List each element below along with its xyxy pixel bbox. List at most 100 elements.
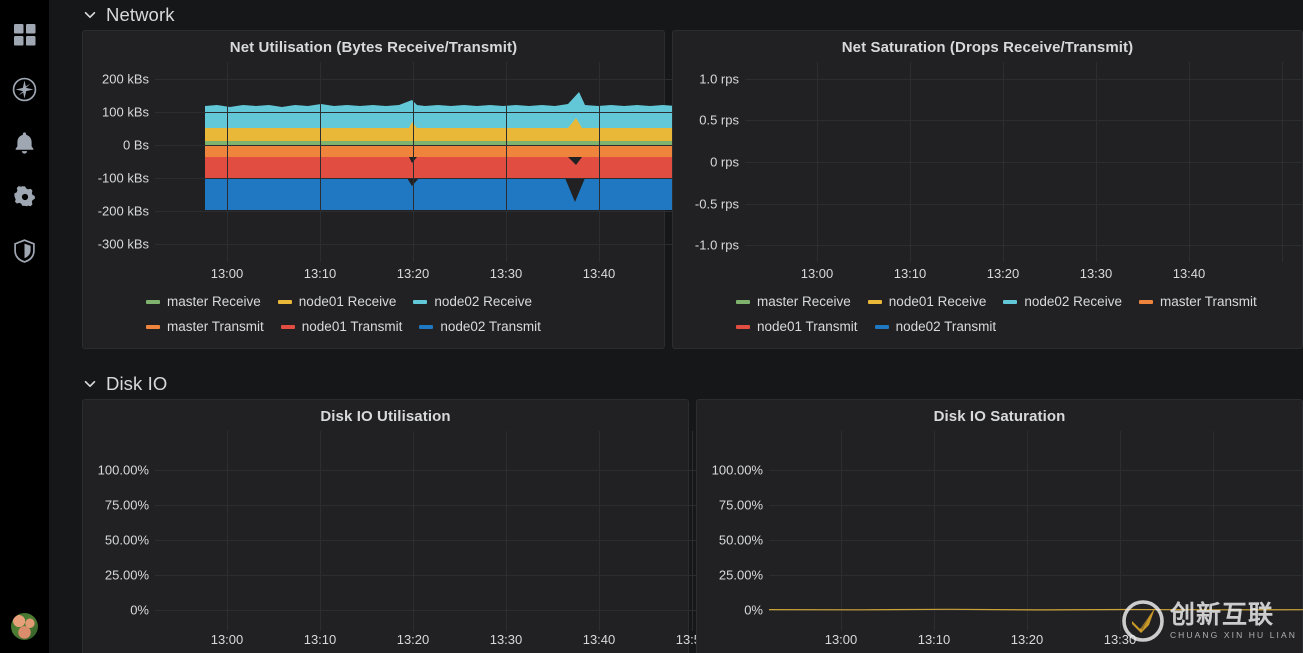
legend-swatch [413, 299, 428, 304]
sidebar-item-explore[interactable] [0, 62, 49, 116]
sidebar-item-server-admin[interactable] [0, 224, 49, 278]
y-tick: 75.00% [104, 497, 149, 513]
sidebar-item-configuration[interactable] [0, 170, 49, 224]
panel-title-net-saturation: Net Saturation (Drops Receive/Transmit) [841, 39, 1134, 56]
legend-item[interactable]: node02 Receive [413, 294, 532, 309]
panel-net-utilisation: Net Utilisation (Bytes Receive/Transmit)… [82, 30, 731, 349]
legend-label: master Transmit [1159, 294, 1257, 309]
x-tick: 13:00 [824, 632, 858, 647]
graph-net-saturation[interactable]: 1.0 rps 0.5 rps 0 rps -0.5 rps -1.0 rps [673, 62, 1303, 281]
y-tick: 25.00% [104, 567, 149, 583]
y-tick: 100 kBs [102, 104, 149, 120]
y-tick: 100.00% [711, 462, 763, 478]
y-tick: 0% [744, 602, 763, 618]
legend-net-utilisation: master Receive node01 Receive node02 Rec… [83, 294, 664, 344]
section-header-network[interactable]: Network [49, 0, 1303, 30]
shield-icon [14, 239, 35, 263]
legend-item[interactable]: node01 Transmit [736, 319, 858, 334]
graph-net-utilisation[interactable]: 200 kBs 100 kBs 0 Bs -100 kBs -200 kBs -… [83, 62, 731, 281]
legend-label: node01 Receive [298, 294, 397, 309]
y-tick: 0 Bs [122, 137, 149, 153]
legend-swatch [146, 324, 160, 329]
legend-swatch [1003, 299, 1018, 304]
x-tick: 13:10 [917, 632, 951, 647]
legend-label: node02 Receive [434, 294, 532, 309]
y-tick: 0% [130, 602, 149, 618]
legend-label: node01 Transmit [757, 319, 858, 334]
panel-row-disk-io: Disk IO Utilisation 100.00% 75.00% 50.00… [49, 399, 1303, 653]
x-tick: 13:20 [1010, 632, 1044, 647]
y-tick: -300 kBs [97, 236, 149, 252]
x-tick: 13:30 [1079, 266, 1113, 281]
legend-label: node01 Transmit [301, 319, 403, 334]
x-tick: 13:20 [396, 266, 430, 281]
y-axis-disk-io-saturation: 100.00% 75.00% 50.00% 25.00% 0% [697, 431, 769, 631]
explore-icon [12, 77, 37, 101]
x-tick: 13:00 [210, 632, 244, 647]
legend-item[interactable]: node02 Transmit [419, 319, 541, 334]
x-tick: 13:20 [986, 266, 1020, 281]
y-tick: 1.0 rps [699, 71, 739, 87]
grafana-dashboard: Network Net Utilisation (Bytes Receive/T… [0, 0, 1303, 653]
sidebar-item-alerting[interactable] [0, 116, 49, 170]
y-tick: 25.00% [718, 567, 763, 583]
x-tick: 13:10 [303, 632, 337, 647]
legend-item[interactable]: master Receive [146, 294, 261, 309]
y-axis-net-saturation: 1.0 rps 0.5 rps 0 rps -0.5 rps -1.0 rps [673, 62, 745, 262]
dashboards-icon [13, 24, 35, 46]
legend-item[interactable]: node02 Transmit [874, 319, 997, 334]
legend-item[interactable]: node02 Receive [1003, 294, 1122, 309]
legend-swatch [874, 324, 889, 329]
net-utilisation-series [205, 92, 728, 210]
y-tick: 0.5 rps [699, 112, 739, 128]
legend-swatch [146, 299, 160, 304]
legend-item[interactable]: master Transmit [146, 319, 264, 334]
x-tick: 13:30 [1103, 632, 1137, 647]
sidebar-item-dashboards[interactable] [0, 8, 49, 62]
legend-swatch [867, 299, 882, 304]
y-tick: -200 kBs [97, 203, 149, 219]
sidebar [0, 0, 49, 653]
x-tick: 13:10 [303, 266, 337, 281]
legend-label: node02 Transmit [895, 319, 997, 334]
x-tick: 13:40 [582, 632, 616, 647]
sidebar-item-profile[interactable] [0, 602, 49, 650]
section-header-disk-io[interactable]: Disk IO [49, 369, 1303, 399]
legend-item[interactable]: master Receive [736, 294, 851, 309]
y-axis-net-utilisation: 200 kBs 100 kBs 0 Bs -100 kBs -200 kBs -… [83, 62, 155, 262]
graph-disk-io-utilisation[interactable]: 100.00% 75.00% 50.00% 25.00% 0% 13:00 13… [83, 431, 731, 647]
chevron-down-icon [82, 377, 97, 392]
y-tick: -100 kBs [97, 170, 149, 186]
graph-disk-io-saturation[interactable]: 100.00% 75.00% 50.00% 25.00% 0% 13:00 13… [697, 431, 1303, 647]
legend-item[interactable]: node01 Receive [867, 294, 987, 309]
panel-title-disk-io-utilisation: Disk IO Utilisation [320, 408, 451, 425]
plot-disk-io-saturation [769, 431, 1303, 631]
panel-title-disk-io-saturation: Disk IO Saturation [933, 408, 1066, 425]
panel-disk-io-saturation: Disk IO Saturation 100.00% 75.00% 50.00%… [696, 399, 1303, 653]
section-title-network: Network [106, 4, 175, 25]
legend-item[interactable]: master Transmit [1138, 294, 1257, 309]
y-tick: 200 kBs [102, 71, 149, 87]
y-tick: -1.0 rps [694, 237, 739, 253]
legend-label: node02 Transmit [440, 319, 541, 334]
dashboard-content: Network Net Utilisation (Bytes Receive/T… [49, 0, 1303, 653]
x-tick: 13:30 [489, 632, 523, 647]
panel-net-saturation: Net Saturation (Drops Receive/Transmit) … [672, 30, 1303, 349]
x-tick: 13:40 [582, 266, 616, 281]
y-axis-disk-io-utilisation: 100.00% 75.00% 50.00% 25.00% 0% [83, 431, 155, 631]
legend-item[interactable]: node01 Receive [277, 294, 397, 309]
y-tick: 100.00% [97, 462, 149, 478]
legend-swatch [1138, 299, 1153, 304]
x-tick: 13:00 [210, 266, 244, 281]
x-tick: 13:40 [1172, 266, 1206, 281]
panel-title-net-utilisation: Net Utilisation (Bytes Receive/Transmit) [229, 39, 518, 56]
legend-swatch [419, 324, 434, 329]
legend-item[interactable]: node01 Transmit [280, 319, 403, 334]
y-tick: 50.00% [104, 532, 149, 548]
legend-net-saturation: master Receive node01 Receive node02 Rec… [673, 294, 1302, 344]
y-tick: -0.5 rps [694, 196, 739, 212]
legend-label: node01 Receive [888, 294, 987, 309]
legend-label: master Transmit [167, 319, 264, 334]
legend-label: master Receive [757, 294, 851, 309]
plot-disk-io-utilisation [155, 431, 731, 631]
